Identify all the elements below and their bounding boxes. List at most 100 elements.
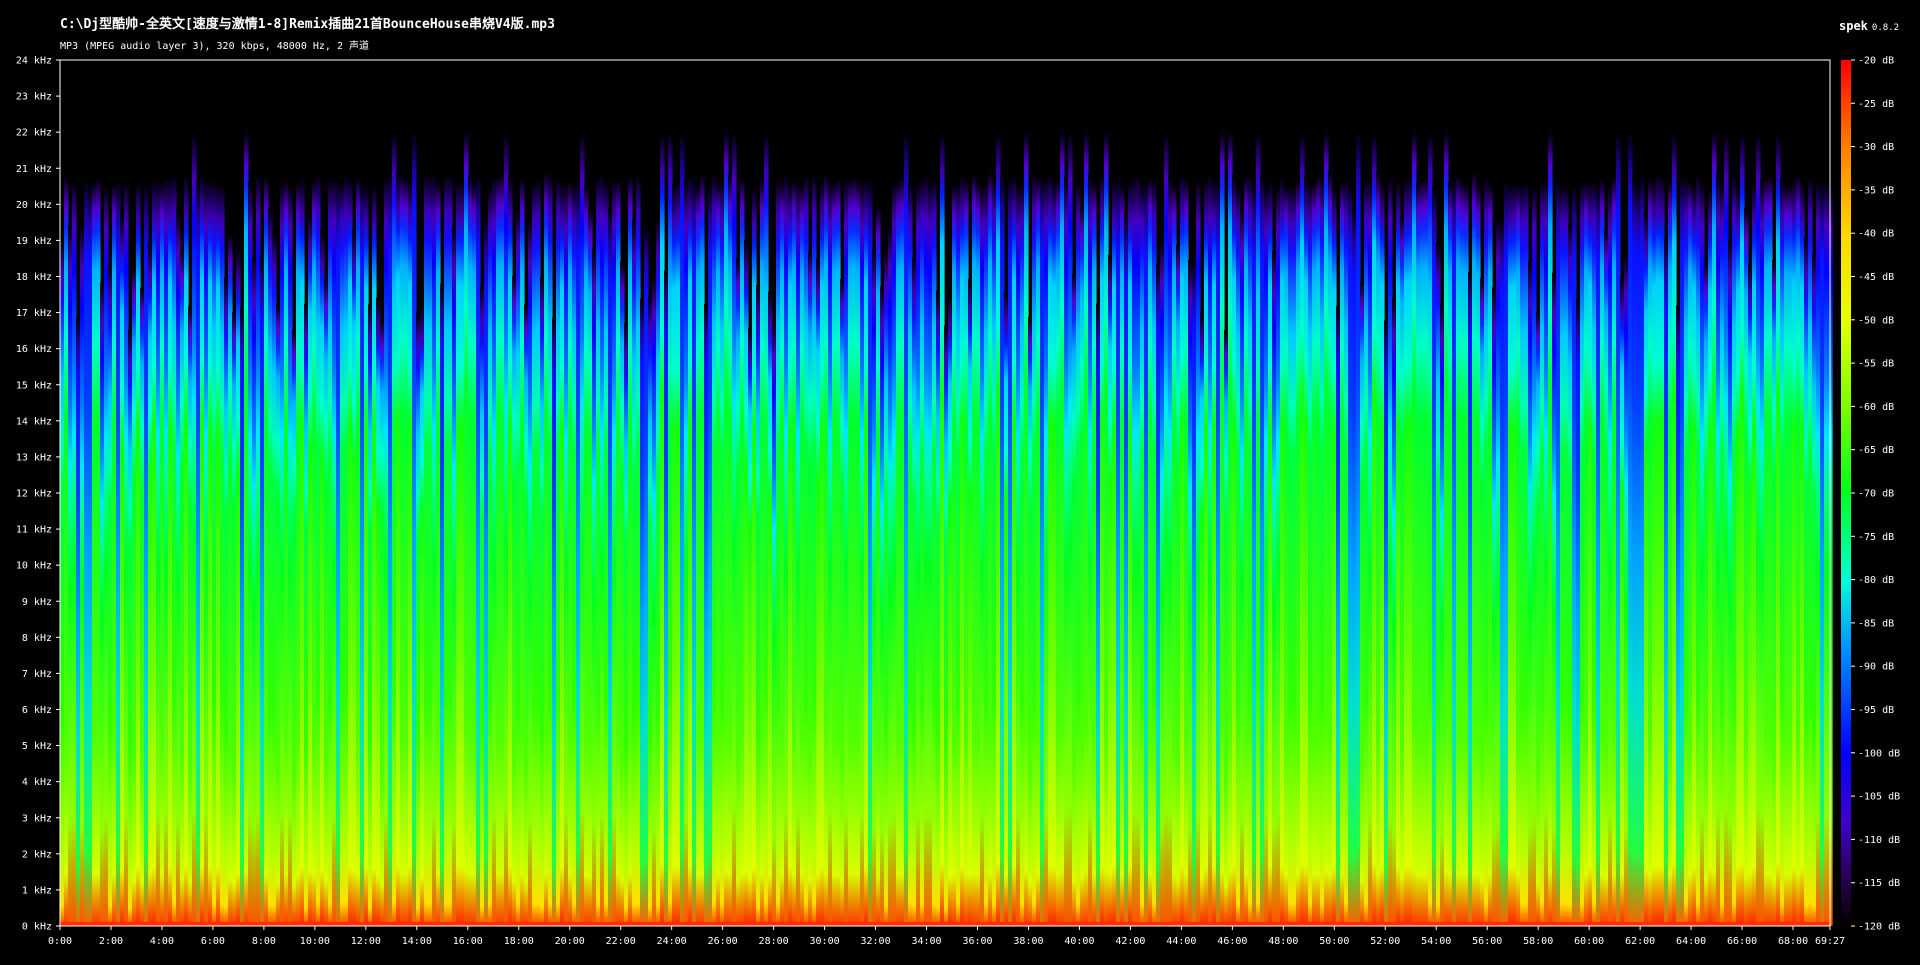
spectrum-column [1764,177,1769,926]
spectrum-column [1520,184,1525,927]
spectrum-column [1668,180,1673,927]
spectrum-column [1812,254,1817,926]
spectrum-column [1820,183,1825,926]
spectrum-column [120,213,125,926]
spectrum-column [588,208,593,926]
spectrum-column [1484,176,1489,926]
spectrum-column [1424,176,1429,926]
spectrum-column [880,286,885,926]
spectrum-column [1784,184,1789,926]
spectrum-column [284,180,289,927]
spectrum-column [1364,178,1369,927]
spectrum-column [796,181,801,926]
spectrum-column [1700,182,1705,926]
spectrum-column [1740,132,1745,926]
spectrum-column [1572,185,1577,926]
colorbar [1841,60,1851,926]
spectrum-column [1608,184,1613,927]
spectrum-column [1624,253,1629,926]
spectrum-column [1748,263,1753,926]
spectrum-column [872,250,877,926]
spectrum-column [160,183,165,926]
spectrum-column [1116,176,1121,926]
spectrum-column [808,252,813,927]
spectrum-column [908,183,913,927]
y-tick-label: 4 kHz [22,777,52,788]
spectrum-column [988,171,993,926]
spectrum-column [128,329,133,926]
x-tick-label: 38:00 [1013,936,1043,947]
spectrum-column [1760,179,1765,927]
spectrum-column [484,217,489,927]
spectrum-column [1100,172,1105,927]
colorbar-tick-label: -85 dB [1858,618,1894,629]
spectrum-column [84,178,89,926]
spectrum-column [1292,185,1297,927]
spectrum-column [196,181,201,926]
spectrum-column [1824,181,1829,927]
spectrum-column [520,178,525,927]
y-tick-label: 1 kHz [22,885,52,896]
spectrum-column [1316,174,1321,927]
spectrum-column [1448,182,1453,927]
spectrum-column [720,180,725,927]
spectrum-column [904,132,909,926]
spectrum-column [1632,176,1637,926]
spectrum-column [1244,175,1249,926]
spectrum-column [428,175,433,927]
spectrum-column [676,179,681,927]
spectrum-column [1044,176,1049,927]
spectrum-column [980,183,985,926]
spectrum-column [620,262,625,927]
spectrum-column [984,184,989,926]
spectrum-column [1372,132,1377,926]
spectrum-column [1400,216,1405,926]
spectrum-column [1120,185,1125,927]
colorbar-tick-label: -75 dB [1858,532,1894,543]
spectrum-column [1656,172,1661,927]
x-tick-label: 68:00 [1778,936,1808,947]
spectrum-column [1800,182,1805,926]
spectrum-column [276,303,281,926]
y-tick-label: 5 kHz [22,741,52,752]
spectrum-column [1004,291,1009,926]
spectrum-column [1128,180,1133,926]
spectrum-column [1508,183,1513,926]
spectrum-column [964,179,969,926]
y-tick-label: 0 kHz [22,922,52,933]
spectrum-column [1024,132,1029,926]
spectrum-column [388,172,393,927]
spectrum-column [1188,259,1193,926]
spectrum-column [688,175,693,927]
spectrum-column [664,270,669,926]
spectrum-column [280,180,285,926]
spectrum-column [320,229,325,927]
spectrum-column [1552,272,1557,926]
spectrum-column [1204,179,1209,927]
spectrum-column [1236,185,1241,927]
spectrum-column [1240,206,1245,926]
spectrum-column [860,182,865,927]
spectrum-column [1348,182,1353,926]
colorbar-tick-label: -80 dB [1858,575,1894,586]
spectrum-column [848,178,853,927]
spectrum-column [1224,330,1229,926]
spectrum-column [1312,182,1317,926]
spectrum-column [852,176,857,927]
spectrum-column [776,178,781,926]
colorbar-tick-label: -100 dB [1858,748,1900,759]
colorbar-tick-label: -20 dB [1858,56,1894,67]
spectrum-column [1492,287,1497,926]
spectrum-column [204,179,209,927]
spectrum-column [1780,179,1785,926]
spectrum-column [1376,172,1381,926]
spectrum-column [548,173,553,926]
x-tick-label: 48:00 [1268,936,1298,947]
colorbar-tick-label: -110 dB [1858,835,1900,846]
spectrum-column [1388,175,1393,926]
x-tick-label: 64:00 [1676,936,1706,947]
spectrum-column [1020,183,1025,926]
spectrum-column [972,173,977,926]
spectrum-column [960,174,965,927]
spectrum-column [740,177,745,926]
